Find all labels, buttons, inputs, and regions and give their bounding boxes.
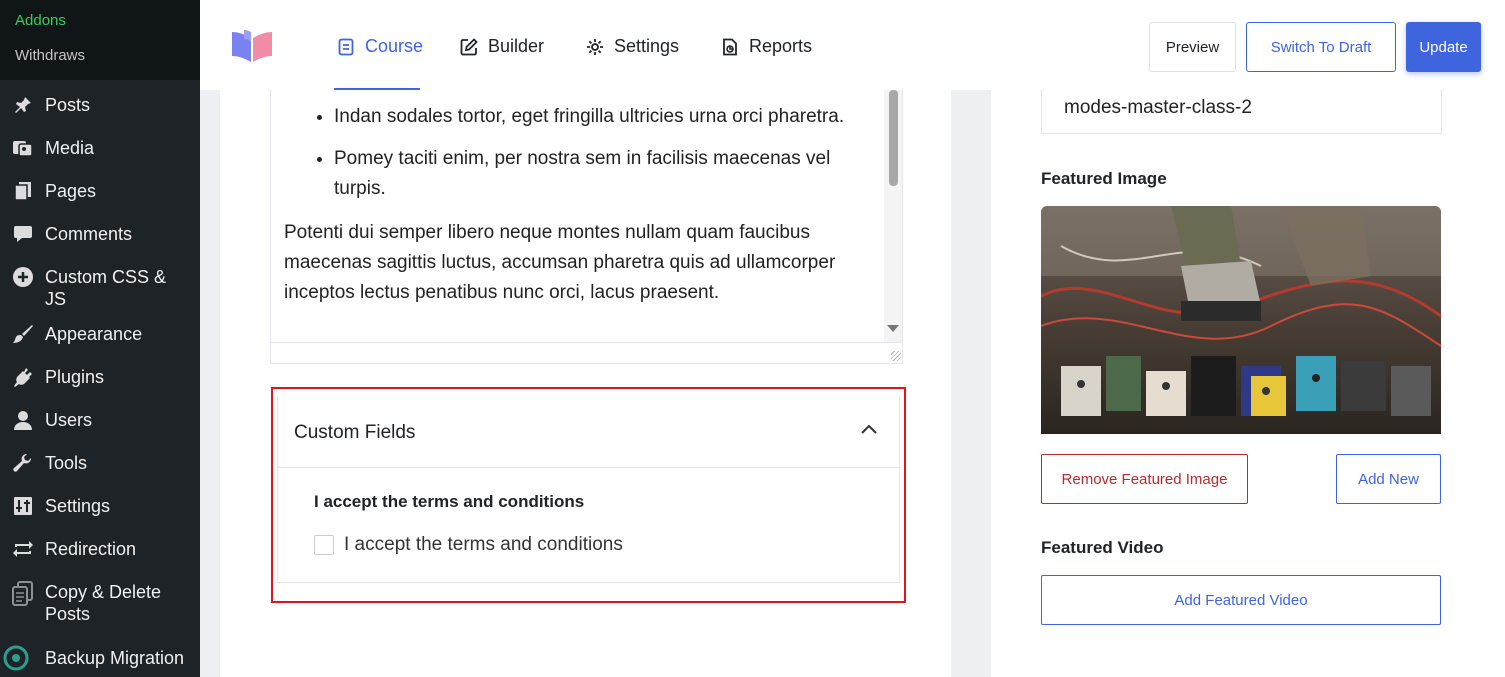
sidebar-item-label: Copy & Delete Posts [45, 582, 162, 624]
wp-menu: Posts Media Pages Comments Custom CSS & … [0, 80, 200, 677]
user-icon [10, 409, 36, 431]
add-new-image-button[interactable]: Add New [1336, 454, 1441, 504]
scroll-down-arrow-icon[interactable] [887, 325, 899, 332]
sidebar-item-redirection[interactable]: Redirection [0, 538, 200, 581]
sidebar-item-users[interactable]: Users [0, 409, 200, 452]
sidebar-item-backup-migration[interactable]: Backup Migration [0, 645, 200, 677]
comment-icon [10, 223, 36, 245]
report-icon [721, 38, 739, 56]
scrollbar-thumb[interactable] [889, 90, 898, 186]
resize-handle-icon[interactable] [891, 351, 901, 361]
remove-featured-image-button[interactable]: Remove Featured Image [1041, 454, 1248, 504]
checkbox-label[interactable]: I accept the terms and conditions [344, 534, 623, 556]
brush-icon [10, 323, 36, 345]
sidebar-item-label: Appearance [45, 324, 143, 344]
document-icon [337, 38, 355, 56]
editor-statusbar [271, 342, 902, 363]
plug-icon [10, 366, 36, 388]
media-icon [10, 137, 36, 159]
tab-label: Reports [749, 36, 813, 56]
slug-field[interactable]: modes-master-class-2 [1041, 90, 1442, 134]
redirect-icon [10, 538, 36, 560]
tab-label: Course [365, 36, 424, 56]
update-button[interactable]: Update [1406, 22, 1481, 72]
backup-icon [0, 645, 36, 671]
sidebar-item-plugins[interactable]: Plugins [0, 366, 200, 409]
tab-reports[interactable]: Reports [721, 36, 812, 57]
custom-fields-title: Custom Fields [294, 422, 416, 443]
featured-image-preview [1041, 206, 1441, 434]
submenu-item-addons[interactable]: Addons [0, 8, 200, 43]
course-settings-panel: modes-master-class-2 Featured Image Remo… [991, 90, 1505, 677]
sidebar-item-label: Custom CSS & JS [45, 267, 167, 309]
field-label: I accept the terms and conditions [314, 492, 585, 511]
sidebar-item-label: Users [45, 410, 93, 430]
sidebar-item-media[interactable]: Media [0, 137, 200, 180]
plus-circle-icon [10, 266, 36, 288]
terms-checkbox[interactable] [314, 535, 334, 555]
gear-icon [586, 38, 604, 56]
sidebar-item-label: Media [45, 138, 95, 158]
sliders-icon [10, 495, 36, 517]
submenu-item-withdraws[interactable]: Withdraws [0, 43, 200, 78]
sidebar-item-label: Redirection [45, 539, 137, 559]
sidebar-item-appearance[interactable]: Appearance [0, 323, 200, 366]
course-builder-topbar: Course Builder Settings Reports Preview … [200, 0, 1505, 90]
wrench-icon [10, 452, 36, 474]
tab-label: Settings [614, 36, 680, 56]
sidebar-item-comments[interactable]: Comments [0, 223, 200, 266]
featured-image-label: Featured Image [1041, 169, 1167, 188]
sidebar-item-pages[interactable]: Pages [0, 180, 200, 223]
chevron-up-icon[interactable] [859, 420, 879, 440]
sidebar-item-label: Backup Migration [45, 648, 185, 668]
editor-paragraph: Potenti dui semper libero neque montes n… [284, 222, 836, 303]
pin-icon [10, 94, 36, 116]
list-item: Indan sodales tortor, eget fringilla ult… [334, 102, 880, 132]
sidebar-item-copy-delete-posts[interactable]: Copy & Delete Posts [0, 581, 200, 647]
sidebar-item-label: Comments [45, 224, 133, 244]
sidebar-item-label: Pages [45, 181, 97, 201]
list-item: Pomey taciti enim, per nostra sem in fac… [334, 144, 880, 204]
description-editor[interactable]: Indan sodales tortor, eget fringilla ult… [270, 90, 903, 364]
editor-content[interactable]: Indan sodales tortor, eget fringilla ult… [284, 90, 880, 308]
tab-course[interactable]: Course [337, 36, 423, 57]
preview-button[interactable]: Preview [1149, 22, 1236, 72]
wp-admin-sidebar: Addons Withdraws Posts Media Pages Comme… [0, 0, 200, 677]
terms-checkbox-row[interactable]: I accept the terms and conditions [314, 534, 623, 556]
sidebar-item-settings[interactable]: Settings [0, 495, 200, 538]
main-content-panel: Indan sodales tortor, eget fringilla ult… [220, 90, 951, 677]
pages-icon [10, 180, 36, 202]
switch-to-draft-button[interactable]: Switch To Draft [1246, 22, 1396, 72]
add-featured-video-button[interactable]: Add Featured Video [1041, 575, 1441, 625]
sidebar-item-label: Tools [45, 453, 88, 473]
sidebar-item-posts[interactable]: Posts [0, 94, 200, 137]
sidebar-item-label: Posts [45, 95, 91, 115]
custom-fields-header[interactable]: Custom Fields [278, 396, 901, 468]
editor-scrollbar[interactable] [884, 90, 902, 342]
tab-label: Builder [488, 36, 545, 56]
sidebar-item-tools[interactable]: Tools [0, 452, 200, 495]
app-logo [230, 28, 274, 64]
featured-video-label: Featured Video [1041, 538, 1164, 557]
sidebar-item-label: Plugins [45, 367, 105, 387]
custom-fields-highlight: Custom Fields I accept the terms and con… [271, 387, 906, 603]
edit-icon [460, 37, 478, 56]
tab-settings[interactable]: Settings [586, 36, 679, 57]
tab-builder[interactable]: Builder [460, 36, 544, 57]
copy-icon [10, 581, 36, 607]
editor-bullet-list: Indan sodales tortor, eget fringilla ult… [284, 102, 880, 204]
custom-fields-panel: Custom Fields I accept the terms and con… [277, 395, 901, 583]
sidebar-item-custom-css-js[interactable]: Custom CSS & JS [0, 266, 200, 309]
sidebar-item-label: Settings [45, 496, 111, 516]
wp-submenu: Addons Withdraws [0, 0, 200, 80]
